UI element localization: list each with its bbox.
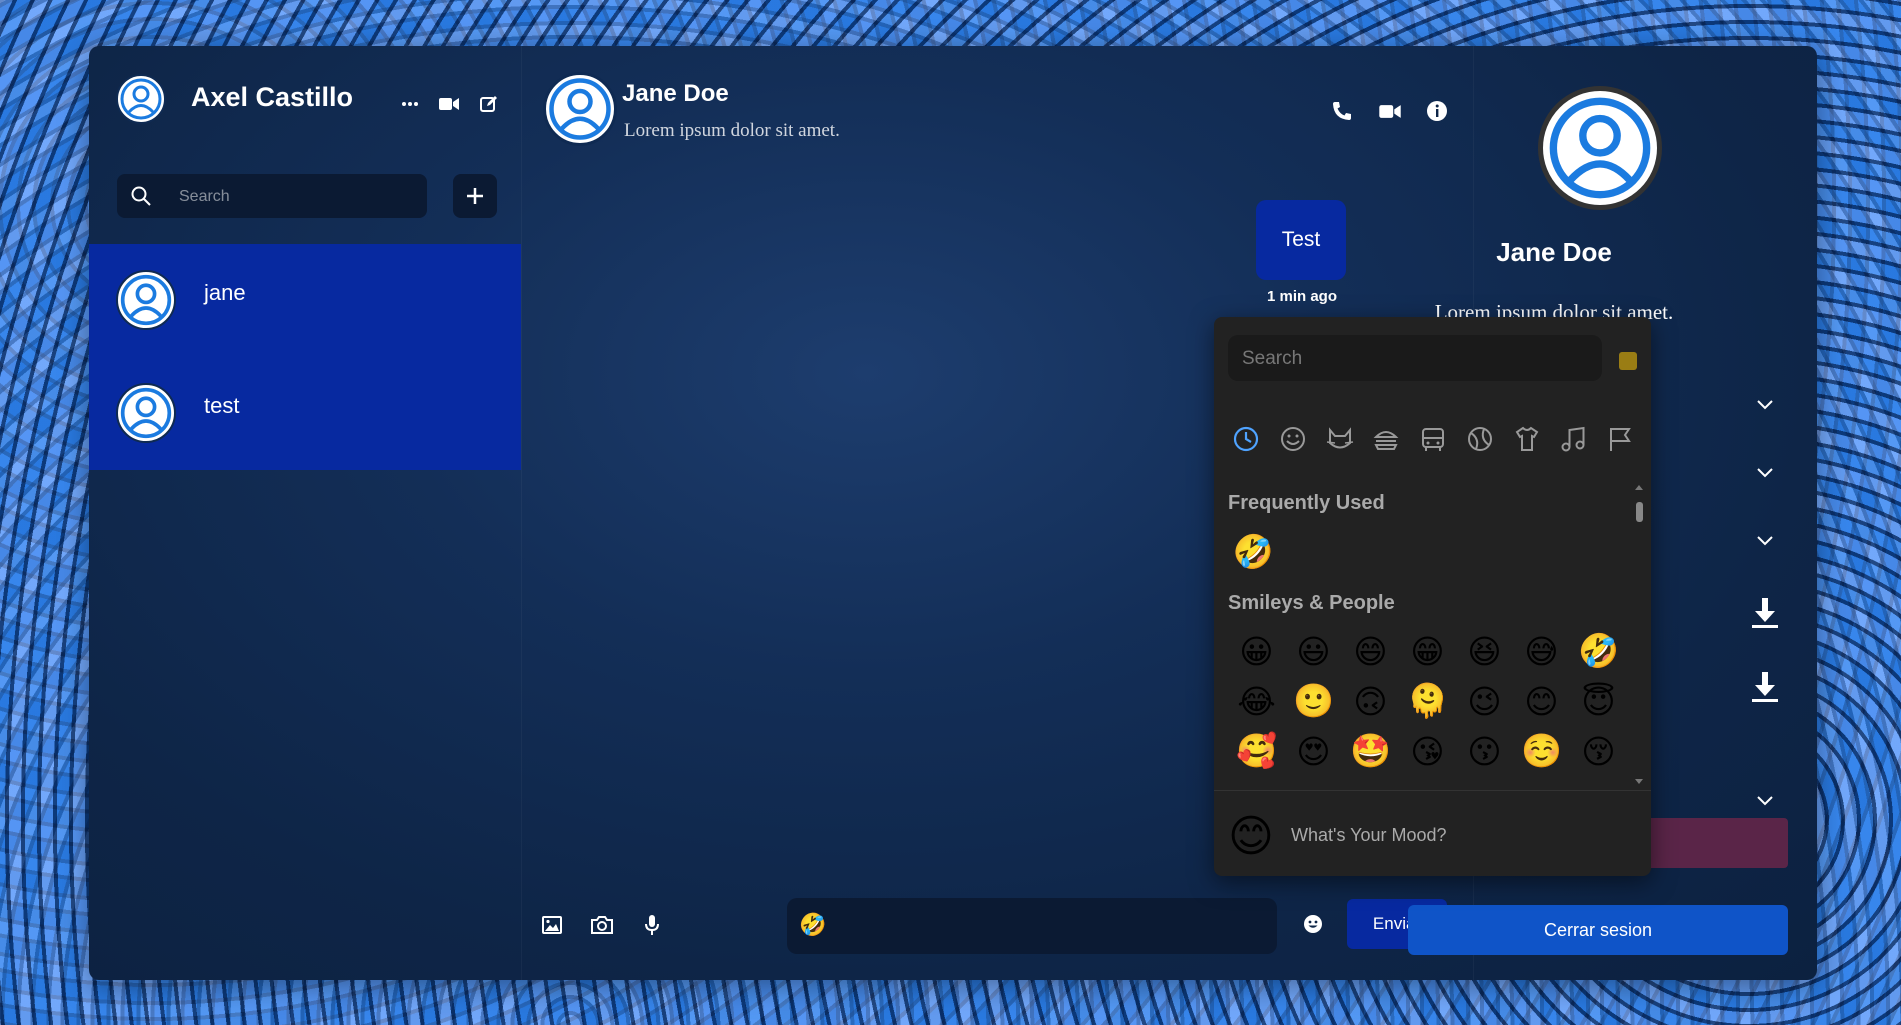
- scroll-thumb[interactable]: [1636, 502, 1643, 522]
- emoji-picker: Frequently Used 🤣 Smileys & People 😀😃😄😁😆…: [1214, 317, 1651, 876]
- download-icon[interactable]: [1746, 594, 1784, 632]
- emoji-item[interactable]: 😆: [1456, 630, 1513, 672]
- microphone-icon[interactable]: [637, 910, 667, 940]
- recent-category-icon[interactable]: [1228, 421, 1264, 457]
- smileys-grid: 😀 😃 😄 😁 😆 😅 🤣 😂 🙂 🙃 🫠 😉 😊 😇 🥰 😍 🤩 😘 😗 ☺️ 😚: [1228, 630, 1636, 772]
- my-avatar[interactable]: [116, 74, 166, 124]
- message-bubble: Test: [1256, 200, 1346, 280]
- contact-item[interactable]: test: [89, 357, 521, 470]
- info-icon[interactable]: [1422, 96, 1452, 126]
- food-category-icon[interactable]: [1368, 421, 1404, 457]
- emoji-item[interactable]: 😅: [1513, 630, 1570, 672]
- emoji-item[interactable]: 😊: [1513, 680, 1570, 722]
- message-time: 1 min ago: [1266, 288, 1337, 305]
- search-input[interactable]: [177, 174, 411, 220]
- emoji-item[interactable]: 😀: [1228, 630, 1285, 672]
- emoji-item[interactable]: 😇: [1570, 680, 1627, 722]
- emoji-item[interactable]: 😃: [1285, 630, 1342, 672]
- contact-name: jane: [204, 280, 246, 305]
- emoji-item[interactable]: 🙃: [1342, 680, 1399, 722]
- contact-avatar: [116, 270, 176, 330]
- message-input[interactable]: 🤣: [787, 898, 1277, 954]
- chevron-down-icon[interactable]: [1750, 526, 1780, 556]
- contact-avatar: [116, 383, 176, 443]
- search-icon: [131, 186, 151, 206]
- emoji-item[interactable]: 😘: [1399, 730, 1456, 772]
- emoji-item[interactable]: 😗: [1456, 730, 1513, 772]
- mood-emoji: 😊: [1228, 812, 1274, 861]
- emoji-category-bar: [1228, 421, 1638, 457]
- contact-search: [117, 174, 427, 220]
- emoji-item[interactable]: 😁: [1399, 630, 1456, 672]
- emoji-search: [1228, 335, 1602, 383]
- chevron-down-icon[interactable]: [1750, 786, 1780, 816]
- smileys-category-icon[interactable]: [1275, 421, 1311, 457]
- contact-name: test: [204, 393, 240, 418]
- symbols-category-icon[interactable]: [1555, 421, 1591, 457]
- emoji-item[interactable]: 😂: [1228, 680, 1285, 722]
- emoji-item[interactable]: 🫠: [1399, 680, 1456, 722]
- emoji-item[interactable]: 😍: [1285, 730, 1342, 772]
- download-icon[interactable]: [1746, 668, 1784, 706]
- peer-avatar[interactable]: [543, 72, 617, 146]
- add-contact-button[interactable]: [453, 174, 497, 218]
- contact-item[interactable]: jane: [89, 244, 521, 357]
- more-options-icon[interactable]: [395, 89, 425, 119]
- mood-text: What's Your Mood?: [1291, 825, 1447, 845]
- emoji-item[interactable]: 🙂: [1285, 680, 1342, 722]
- emoji-item[interactable]: 😚: [1570, 730, 1627, 772]
- sidebar: Axel Castillo jane: [89, 46, 521, 980]
- chevron-down-icon[interactable]: [1750, 458, 1780, 488]
- skin-tone-selector[interactable]: [1619, 352, 1637, 370]
- video-call-icon[interactable]: [434, 89, 464, 119]
- emoji-item[interactable]: 😉: [1456, 680, 1513, 722]
- peer-status: Lorem ipsum dolor sit amet.: [624, 120, 840, 141]
- edit-icon[interactable]: [474, 89, 504, 119]
- emoji-item[interactable]: 🤣: [1570, 630, 1627, 672]
- contact-list: jane test: [89, 244, 521, 470]
- flags-category-icon[interactable]: [1602, 421, 1638, 457]
- phone-icon[interactable]: [1327, 96, 1357, 126]
- emoji-item[interactable]: 🤩: [1342, 730, 1399, 772]
- travel-category-icon[interactable]: [1415, 421, 1451, 457]
- chevron-down-icon[interactable]: [1750, 390, 1780, 420]
- emoji-frequent[interactable]: 🤣: [1228, 531, 1278, 573]
- details-avatar: [1538, 86, 1662, 210]
- frequently-used-title: Frequently Used: [1228, 492, 1385, 514]
- emoji-item[interactable]: 🥰: [1228, 730, 1285, 772]
- logout-button[interactable]: Cerrar sesion: [1408, 905, 1788, 955]
- details-name: Jane Doe: [1496, 237, 1612, 267]
- block-user-button[interactable]: io: [1628, 818, 1788, 868]
- emoji-icon[interactable]: [1298, 909, 1328, 939]
- smileys-people-title: Smileys & People: [1228, 592, 1395, 614]
- camera-icon[interactable]: [587, 910, 617, 940]
- emoji-item[interactable]: 😄: [1342, 630, 1399, 672]
- emoji-picker-footer: 😊 What's Your Mood?: [1214, 790, 1651, 877]
- image-icon[interactable]: [537, 910, 567, 940]
- animals-category-icon[interactable]: [1322, 421, 1358, 457]
- my-name: Axel Castillo: [191, 82, 354, 112]
- peer-name: Jane Doe: [622, 80, 729, 107]
- objects-category-icon[interactable]: [1509, 421, 1545, 457]
- composer-value: 🤣: [799, 912, 827, 937]
- emoji-search-input[interactable]: [1240, 335, 1594, 383]
- video-call-icon[interactable]: [1375, 96, 1405, 126]
- activity-category-icon[interactable]: [1462, 421, 1498, 457]
- emoji-item[interactable]: ☺️: [1513, 730, 1570, 772]
- emoji-scrollbar[interactable]: [1633, 482, 1645, 787]
